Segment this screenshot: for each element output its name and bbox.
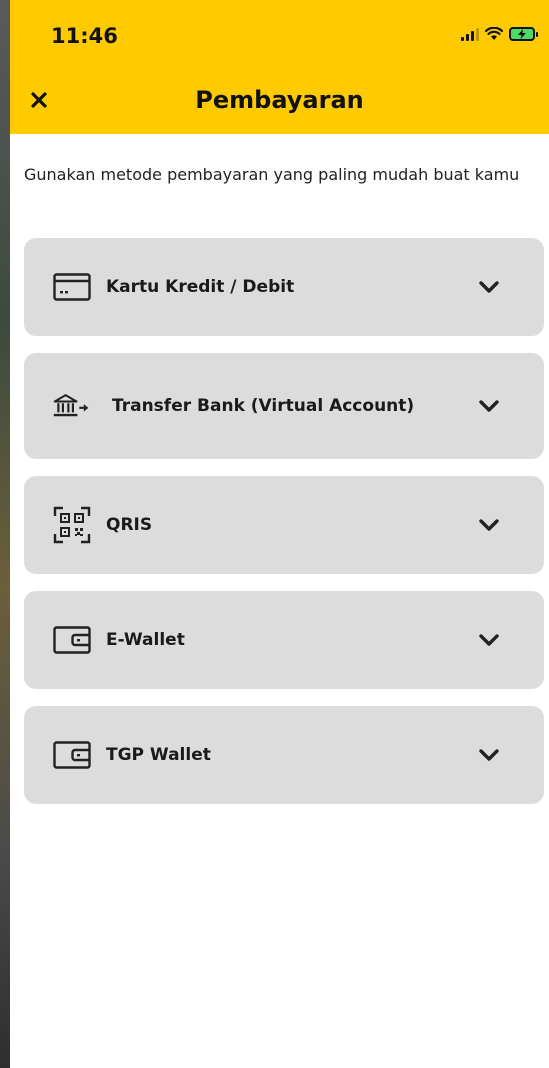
payment-screen: 11:46 Pembayaran Gunakan metode pembayar… <box>10 0 549 1068</box>
payment-instruction: Gunakan metode pembayaran yang paling mu… <box>24 165 520 184</box>
qr-code-icon <box>52 506 92 544</box>
payment-method-ewallet[interactable]: E-Wallet <box>24 591 544 689</box>
payment-method-label: Transfer Bank (Virtual Account) <box>112 396 415 416</box>
chevron-down-icon[interactable] <box>478 399 500 413</box>
wallet-icon <box>52 739 92 771</box>
cellular-signal-icon <box>461 27 479 41</box>
status-icons <box>461 27 538 41</box>
chevron-down-icon[interactable] <box>478 633 500 647</box>
chevron-down-icon[interactable] <box>478 748 500 762</box>
payment-method-label: Kartu Kredit / Debit <box>106 277 295 297</box>
payment-method-bank-transfer[interactable]: Transfer Bank (Virtual Account) <box>24 353 544 459</box>
credit-card-icon <box>52 271 92 303</box>
chevron-down-icon[interactable] <box>478 518 500 532</box>
background-edge <box>0 0 10 1068</box>
payment-method-tgp-wallet[interactable]: TGP Wallet <box>24 706 544 804</box>
chevron-down-icon[interactable] <box>478 280 500 294</box>
wallet-icon <box>52 624 92 656</box>
battery-charging-icon <box>509 27 538 41</box>
payment-method-qris[interactable]: QRIS <box>24 476 544 574</box>
wifi-icon <box>485 27 503 40</box>
payment-method-label: E-Wallet <box>106 630 185 650</box>
payment-method-label: TGP Wallet <box>106 745 211 765</box>
bank-transfer-icon <box>52 390 92 422</box>
status-time: 11:46 <box>51 24 118 48</box>
header-bar: 11:46 Pembayaran <box>10 0 549 134</box>
payment-method-label: QRIS <box>106 515 153 535</box>
page-title: Pembayaran <box>195 86 364 114</box>
payment-method-card[interactable]: Kartu Kredit / Debit <box>24 238 544 336</box>
